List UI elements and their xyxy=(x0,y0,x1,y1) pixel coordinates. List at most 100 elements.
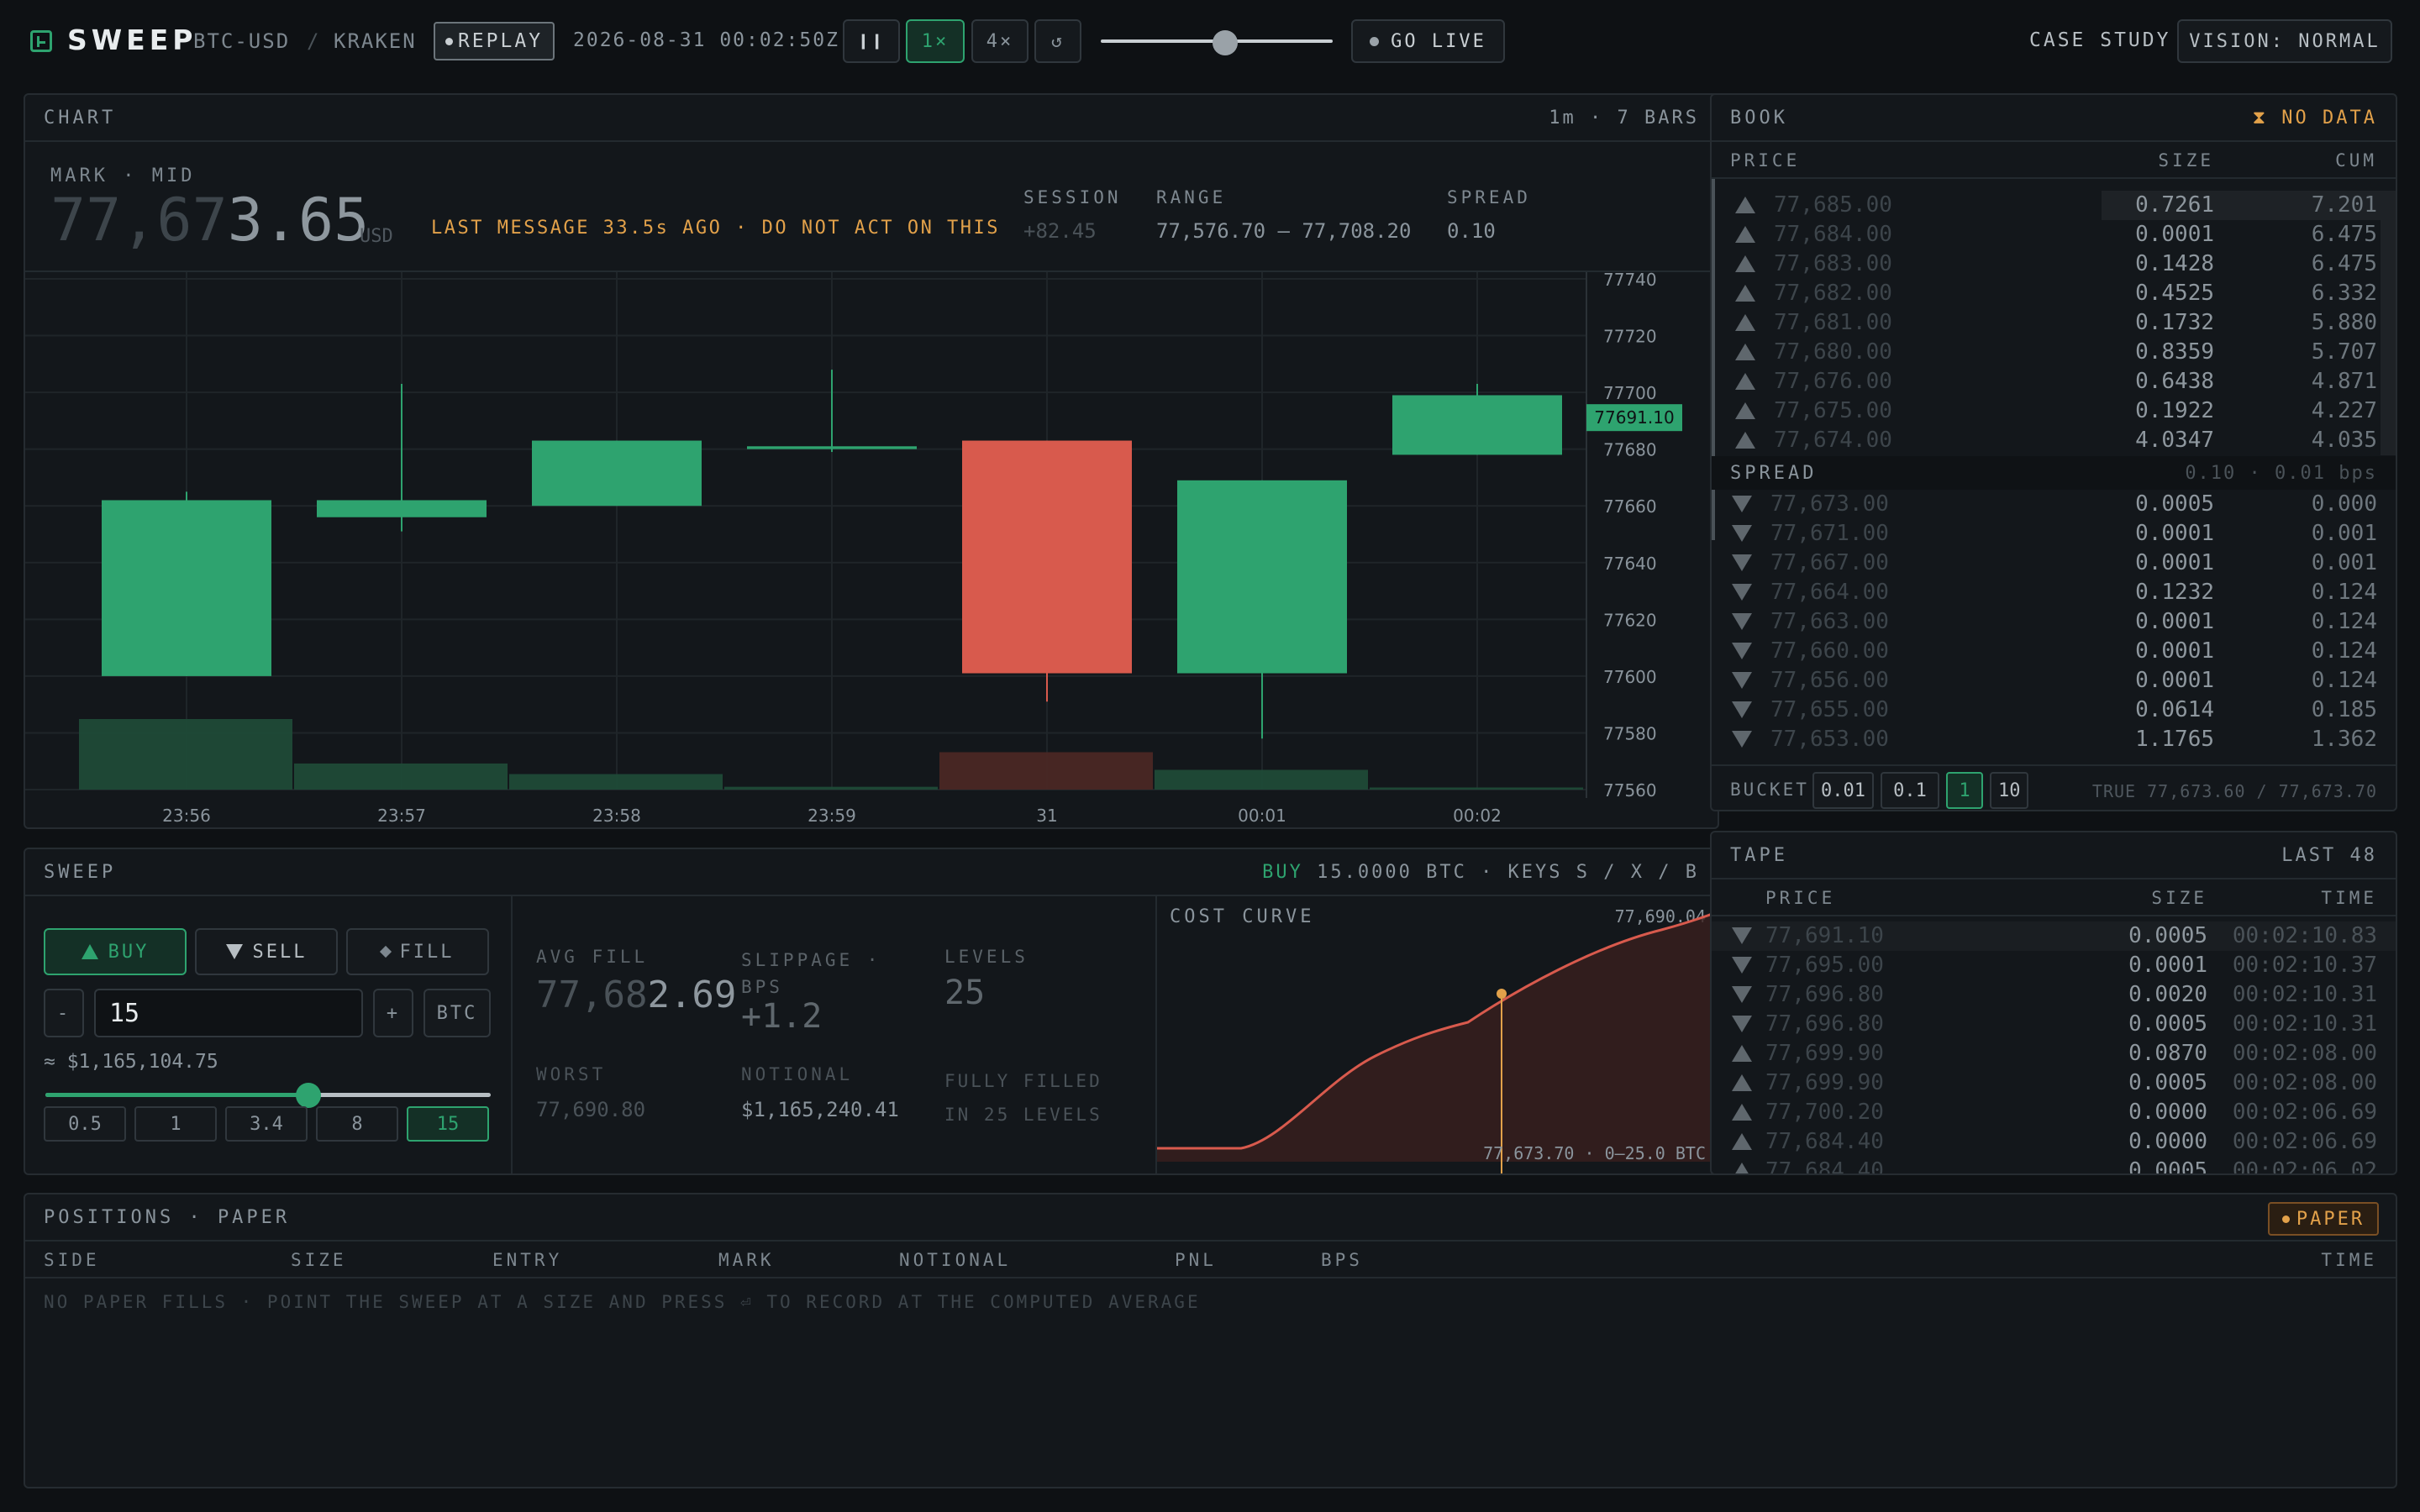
level-size: 4.0347 xyxy=(2135,428,2214,453)
qty-input[interactable] xyxy=(94,989,363,1037)
trade-price: 77,684.40 xyxy=(1765,1158,1884,1173)
bucket-option-button[interactable]: 1 xyxy=(1945,772,1983,809)
level-price: 77,680.00 xyxy=(1774,339,1892,365)
volume-bar xyxy=(724,786,938,790)
tape-row[interactable]: 77,699.90 0.0870 00:02:08.00 xyxy=(1712,1039,2396,1068)
ask-row[interactable]: 77,685.00 0.7261 7.201 xyxy=(1715,191,2396,220)
sweep-summary: BUY 15.0000 BTC · KEYS S / X / B xyxy=(1262,862,1699,883)
tape-row[interactable]: 77,684.40 0.0005 00:02:06.02 xyxy=(1712,1157,2396,1173)
case-study-link[interactable]: CASE STUDY xyxy=(2029,29,2170,51)
tape-row[interactable]: 77,699.90 0.0005 00:02:08.00 xyxy=(1712,1068,2396,1098)
qty-increment-button[interactable]: + xyxy=(373,989,413,1037)
bid-row[interactable]: 77,656.00 0.0001 0.124 xyxy=(1712,666,2396,696)
slippage-label: SLIPPAGE · BPS xyxy=(741,950,881,997)
bucket-option-button[interactable]: 10 xyxy=(1989,772,2029,809)
level-cum: 7.201 xyxy=(2311,192,2377,218)
tape-row[interactable]: 77,691.10 0.0005 00:02:10.83 xyxy=(1712,921,2396,951)
level-cum: 0.124 xyxy=(2311,638,2377,664)
replay-dot-icon xyxy=(445,37,453,45)
size-slider[interactable] xyxy=(45,1083,491,1108)
replay-scrubber[interactable] xyxy=(1101,30,1333,55)
pair-label[interactable]: BTC-USD xyxy=(193,29,290,53)
bids-list: 77,673.00 0.0005 0.000 77,671.00 0.0001 0.001… xyxy=(1712,490,2396,764)
chart-timeframe[interactable]: 1m · 7 BARS xyxy=(1549,108,1699,129)
candle-body xyxy=(317,500,487,517)
ask-row[interactable]: 77,676.00 0.6438 4.871 xyxy=(1715,367,2396,396)
fill-button[interactable]: FILL xyxy=(346,928,489,975)
trade-price: 77,699.90 xyxy=(1765,1070,1884,1095)
bucket-option-button[interactable]: 0.1 xyxy=(1880,772,1939,809)
ask-row[interactable]: 77,683.00 0.1428 6.475 xyxy=(1715,249,2396,279)
trade-time: 00:02:10.31 xyxy=(2232,1011,2377,1037)
ask-row[interactable]: 77,674.00 4.0347 4.035 xyxy=(1715,426,2396,455)
book-spread-value: 0.10 · 0.01 bps xyxy=(2185,463,2377,484)
levels-label: LEVELS xyxy=(944,947,1028,967)
tape-row[interactable]: 77,700.20 0.0000 00:02:06.69 xyxy=(1712,1098,2396,1127)
scrubber-thumb[interactable] xyxy=(1212,30,1238,55)
y-tick-label: 77700 xyxy=(1603,383,1657,403)
avg-fill-label: AVG FILL xyxy=(536,947,649,967)
tape-row[interactable]: 77,696.80 0.0005 00:02:10.31 xyxy=(1712,1010,2396,1039)
qty-decrement-button[interactable]: - xyxy=(44,989,84,1037)
bid-row[interactable]: 77,673.00 0.0005 0.000 xyxy=(1712,490,2396,519)
tape-row[interactable]: 77,684.40 0.0000 00:02:06.69 xyxy=(1712,1127,2396,1157)
qty-unit-label[interactable]: BTC xyxy=(424,989,491,1037)
vision-toggle-button[interactable]: VISION: NORMAL xyxy=(2177,19,2392,63)
replay-label: REPLAY xyxy=(457,30,544,52)
level-price: 77,681.00 xyxy=(1774,310,1892,335)
y-tick-label: 77640 xyxy=(1603,554,1657,574)
bid-row[interactable]: 77,663.00 0.0001 0.124 xyxy=(1712,607,2396,637)
filled-status: FULLY FILLED IN 25 LEVELS xyxy=(944,1071,1102,1125)
down-arrow-icon xyxy=(1732,701,1752,718)
size-preset-button[interactable]: 3.4 xyxy=(225,1106,308,1142)
up-arrow-icon xyxy=(1735,197,1755,213)
buy-button[interactable]: BUY xyxy=(44,928,187,975)
x-tick-label: 23:58 xyxy=(592,806,641,826)
bid-row[interactable]: 77,653.00 1.1765 1.362 xyxy=(1712,725,2396,754)
paper-dot-icon xyxy=(2281,1215,2290,1223)
size-preset-button[interactable]: 15 xyxy=(407,1106,489,1142)
fill-diamond-icon xyxy=(379,945,392,958)
bucket-option-button[interactable]: 0.01 xyxy=(1812,772,1874,809)
last-price-label: 77691.10 xyxy=(1594,407,1674,428)
depth-bar xyxy=(2381,396,2396,426)
replay-badge[interactable]: REPLAY xyxy=(434,22,555,60)
reset-button[interactable]: ↺ xyxy=(1034,19,1081,63)
level-price: 77,673.00 xyxy=(1770,491,1889,517)
ask-row[interactable]: 77,682.00 0.4525 6.332 xyxy=(1715,279,2396,308)
trade-size: 0.0005 xyxy=(2128,1070,2207,1095)
size-preset-button[interactable]: 8 xyxy=(316,1106,398,1142)
size-preset-button[interactable]: 0.5 xyxy=(44,1106,126,1142)
ask-row[interactable]: 77,681.00 0.1732 5.880 xyxy=(1715,308,2396,338)
candle-body xyxy=(747,446,917,449)
level-cum: 4.227 xyxy=(2311,398,2377,423)
tape-row[interactable]: 77,696.80 0.0020 00:02:10.31 xyxy=(1712,980,2396,1010)
cost-curve-chart[interactable] xyxy=(1157,896,1719,1173)
bid-row[interactable]: 77,664.00 0.1232 0.124 xyxy=(1712,578,2396,607)
spread-label: SPREAD xyxy=(1447,187,1531,207)
tape-row[interactable]: 77,695.00 0.0001 00:02:10.37 xyxy=(1712,951,2396,980)
paper-badge[interactable]: PAPER xyxy=(2268,1202,2379,1236)
sell-button[interactable]: SELL xyxy=(195,928,338,975)
go-live-button[interactable]: GO LIVE xyxy=(1351,19,1505,63)
up-arrow-icon xyxy=(1735,255,1755,272)
notional-label: NOTIONAL xyxy=(741,1064,854,1084)
pause-button[interactable]: ❙❙ xyxy=(843,19,900,63)
ask-row[interactable]: 77,675.00 0.1922 4.227 xyxy=(1715,396,2396,426)
candlestick-chart[interactable]: 77740 77720 77700 77680 77660 77640 77620 77600… xyxy=(25,272,1718,827)
bid-row[interactable]: 77,667.00 0.0001 0.001 xyxy=(1712,549,2396,578)
exchange-label[interactable]: KRAKEN xyxy=(334,29,417,53)
tape-panel-header: TAPE LAST 48 xyxy=(1712,832,2396,879)
ask-row[interactable]: 77,680.00 0.8359 5.707 xyxy=(1715,338,2396,367)
avg-fill-main: 2.69 xyxy=(647,974,737,1016)
bid-row[interactable]: 77,655.00 0.0614 0.185 xyxy=(1712,696,2396,725)
slider-thumb[interactable] xyxy=(295,1083,321,1108)
speed-1x-button[interactable]: 1× xyxy=(906,19,965,63)
positions-col-pnl: PNL xyxy=(1175,1250,1217,1270)
bid-row[interactable]: 77,660.00 0.0001 0.124 xyxy=(1712,637,2396,666)
size-preset-button[interactable]: 1 xyxy=(134,1106,217,1142)
speed-4x-button[interactable]: 4× xyxy=(971,19,1028,63)
bid-row[interactable]: 77,671.00 0.0001 0.001 xyxy=(1712,519,2396,549)
ask-row[interactable]: 77,684.00 0.0001 6.475 xyxy=(1715,220,2396,249)
level-price: 77,684.00 xyxy=(1774,222,1892,247)
